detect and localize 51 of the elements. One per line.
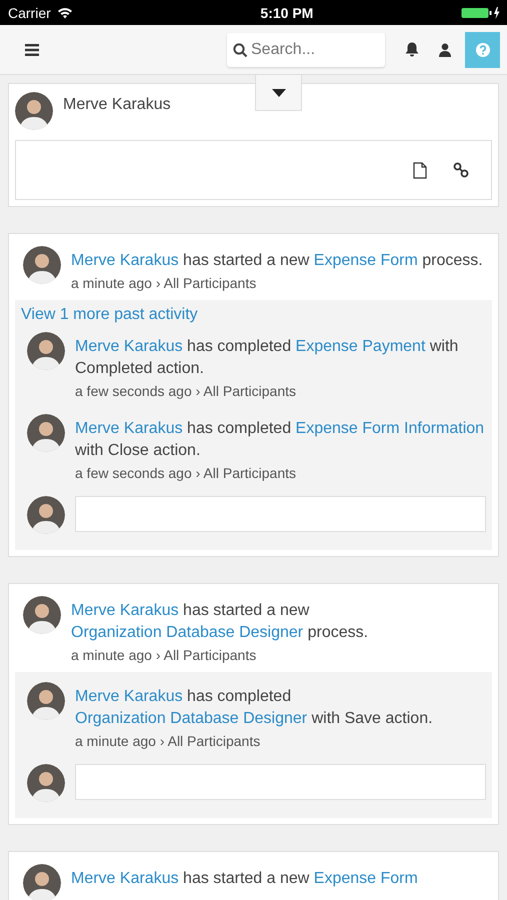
activity-link[interactable]: Organization Database Designer (71, 624, 304, 641)
avatar (27, 496, 65, 534)
clock-time: 5:10 PM (260, 4, 314, 20)
avatar (23, 596, 61, 634)
question-icon (476, 42, 490, 56)
activity-meta: a few seconds ago › All Participants (75, 382, 298, 401)
activity-link[interactable]: Organization Database Designer (75, 710, 308, 727)
link-icon[interactable] (453, 162, 469, 178)
activity-meta: a few seconds ago › All Participants (75, 464, 298, 483)
author-name: Merve Karakus (63, 96, 171, 114)
more-activity-link[interactable]: View 1 more past activity (21, 306, 198, 324)
post-input[interactable] (15, 140, 492, 200)
dropdown-toggle[interactable] (255, 75, 302, 111)
user-icon[interactable] (439, 42, 451, 56)
activity-link[interactable]: Expense Form (314, 252, 418, 269)
avatar (23, 864, 61, 900)
activity-link[interactable]: Expense Payment (296, 338, 426, 355)
activity-text: Merve Karakus has started a new Expense Form process. (71, 251, 484, 271)
activity-link[interactable]: Merve Karakus (71, 252, 179, 269)
activity-link[interactable]: Merve Karakus (75, 420, 183, 437)
carrier-name: Carrier (8, 4, 51, 20)
activity-text: Merve Karakus has completed Organization Database Designer with Save action. (75, 687, 434, 729)
wifi-icon (56, 6, 73, 18)
comment-field[interactable] (75, 496, 486, 532)
activity-text: Merve Karakus has started a new Expense Form (71, 869, 419, 889)
activity-meta: a minute ago › All Participants (71, 274, 258, 293)
activity-text: Merve Karakus has started a new Organization Database Designer process. (71, 601, 370, 643)
comment-field[interactable] (75, 764, 486, 800)
activity-link[interactable]: Expense Form (314, 870, 418, 887)
activity-meta: a minute ago › All Participants (75, 732, 262, 751)
activity-link[interactable]: Expense Form Information (296, 420, 484, 437)
activity-text: Merve Karakus has completed Expense Form Information with Close action. (75, 419, 486, 461)
search-field[interactable]: Search... (227, 32, 385, 66)
avatar (27, 414, 65, 452)
avatar (15, 92, 53, 130)
activity-link[interactable]: Merve Karakus (75, 338, 183, 355)
avatar (27, 764, 65, 802)
avatar (27, 682, 65, 720)
avatar (23, 246, 61, 284)
search-icon (233, 42, 248, 58)
battery-icon (460, 6, 501, 18)
menu-icon[interactable] (25, 44, 39, 56)
document-icon[interactable] (413, 162, 427, 178)
avatar (27, 332, 65, 370)
activity-text: Merve Karakus has completed Expense Payment with Completed action. (75, 337, 460, 379)
bell-icon[interactable] (405, 42, 419, 57)
caret-icon (272, 88, 286, 96)
activity-link[interactable]: Merve Karakus (71, 870, 179, 887)
activity-link[interactable]: Merve Karakus (71, 602, 179, 619)
activity-link[interactable]: Merve Karakus (75, 688, 183, 705)
activity-meta: a minute ago › All Participants (71, 646, 258, 665)
